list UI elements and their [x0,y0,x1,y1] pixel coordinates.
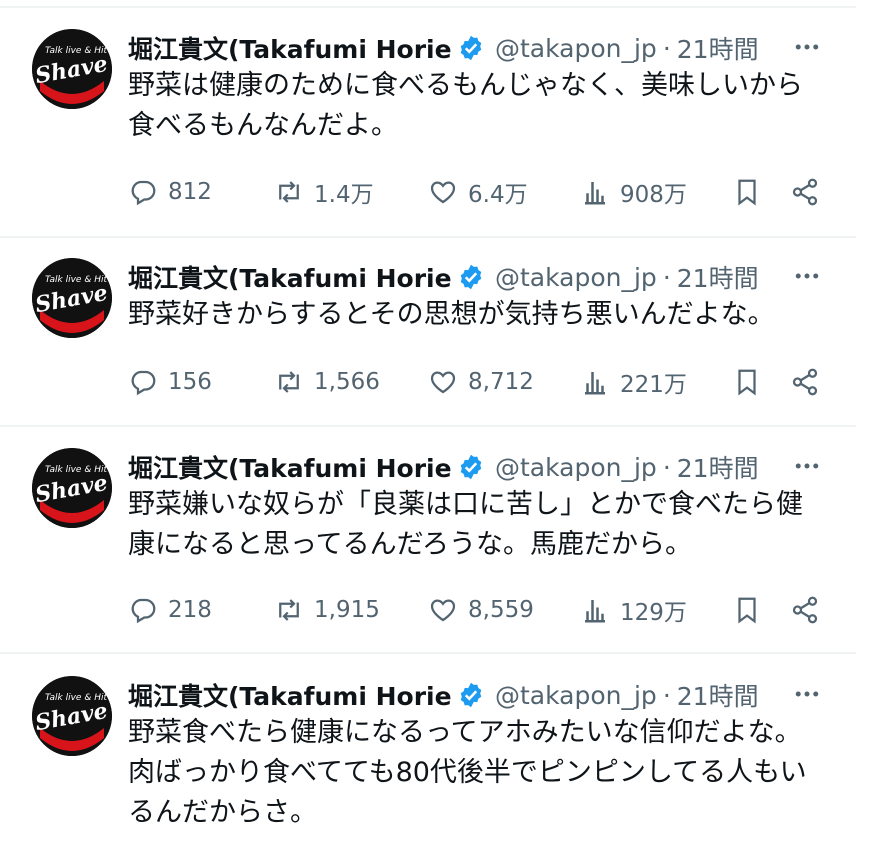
action-bar: 812 1.4万 6.4万 908万 [128,172,828,212]
like-icon [430,371,456,394]
more-icon[interactable] [792,451,822,481]
view-count: 908万 [620,182,687,208]
like-count: 8,559 [468,597,534,623]
tweet-header: 堀江貴文(Takafumi Horie) @takapon_jp · 21時間 [128,257,822,297]
bookmark-button[interactable] [732,590,762,630]
timestamp[interactable]: 21時間 [677,449,759,485]
reply-icon [131,598,156,624]
retweet-button[interactable]: 1.4万 [274,172,374,212]
reply-count: 812 [168,179,212,205]
like-button[interactable]: 8,712 [428,362,534,402]
bookmark-icon [738,369,756,396]
bookmark-icon [738,597,756,624]
view-count: 221万 [620,372,687,398]
reply-button[interactable]: 156 [128,362,212,402]
author-name[interactable]: 堀江貴文(Takafumi Horie) [128,30,453,66]
avatar[interactable]: Talk live & Hit Shave [32,29,112,109]
author-handle[interactable]: @takapon_jp [495,263,657,292]
timestamp[interactable]: 21時間 [677,677,759,713]
like-count: 8,712 [468,369,534,395]
author-name[interactable]: 堀江貴文(Takafumi Horie) [128,677,453,713]
more-icon[interactable] [792,32,822,62]
tweet-text: 野菜好きからするとその思想が気持ち悪いんだよな。 [128,299,775,330]
retweet-count: 1.4万 [314,182,374,208]
bookmark-icon [738,179,756,206]
author-handle[interactable]: @takapon_jp [495,681,657,710]
tweet-header: 堀江貴文(Takafumi Horie) @takapon_jp · 21時間 [128,28,822,68]
tweet[interactable]: Talk live & Hit Shave 堀江貴文(Takafumi Hori… [0,0,856,236]
tweet[interactable]: Talk live & Hit Shave 堀江貴文(Takafumi Hori… [0,229,856,425]
action-bar: 156 1,566 8,712 221万 [128,362,828,402]
share-icon [792,368,818,396]
tweet-text: 野菜嫌いな奴らが「良薬は口に苦し」とかで食べたら健康になると思ってるんだろうな。… [128,489,803,560]
reply-icon [131,180,156,206]
timestamp[interactable]: 21時間 [677,30,759,66]
separator-dot: · [662,33,671,63]
share-button[interactable] [790,590,820,630]
verified-badge-icon [460,682,482,708]
retweet-button[interactable]: 1,915 [274,590,380,630]
author-handle[interactable]: @takapon_jp [495,34,657,63]
reply-count: 156 [168,369,212,395]
retweet-button[interactable]: 1,566 [274,362,380,402]
views-icon [585,182,605,205]
separator-dot: · [662,680,671,710]
avatar[interactable]: Talk live & Hit Shave [32,448,112,528]
share-button[interactable] [790,172,820,212]
views-button[interactable]: 129万 [580,590,687,630]
author-handle[interactable]: @takapon_jp [495,453,657,482]
more-icon[interactable] [792,261,822,291]
retweet-icon [279,599,299,621]
tweet-text: 野菜食べたら健康になるってアホみたいな信仰だよな。肉ばっかり食べてても80代後半… [128,717,807,828]
timestamp[interactable]: 21時間 [677,259,759,295]
tweet-header: 堀江貴文(Takafumi Horie) @takapon_jp · 21時間 [128,447,822,487]
reply-button[interactable]: 218 [128,590,212,630]
more-icon[interactable] [792,679,822,709]
action-bar: 218 1,915 8,559 129万 [128,590,828,630]
like-icon [430,599,456,622]
like-button[interactable]: 8,559 [428,590,534,630]
separator-dot: · [662,452,671,482]
verified-badge-icon [460,454,482,480]
retweet-count: 1,566 [314,369,380,395]
share-icon [792,596,818,624]
like-button[interactable]: 6.4万 [428,172,528,212]
tweet[interactable]: Talk live & Hit Shave 堀江貴文(Takafumi Hori… [0,647,856,858]
retweet-icon [279,371,299,393]
author-name[interactable]: 堀江貴文(Takafumi Horie) [128,449,453,485]
author-name[interactable]: 堀江貴文(Takafumi Horie) [128,259,453,295]
verified-badge-icon [460,35,482,61]
views-icon [585,600,605,623]
bookmark-button[interactable] [732,172,762,212]
reply-count: 218 [168,597,212,623]
avatar[interactable]: Talk live & Hit Shave [32,676,112,756]
view-count: 129万 [620,600,687,626]
views-icon [585,372,605,395]
views-button[interactable]: 221万 [580,362,687,402]
separator-dot: · [662,262,671,292]
verified-badge-icon [460,264,482,290]
like-icon [430,181,456,204]
reply-icon [131,370,156,396]
views-button[interactable]: 908万 [580,172,687,212]
tweet-header: 堀江貴文(Takafumi Horie) @takapon_jp · 21時間 [128,675,822,715]
avatar[interactable]: Talk live & Hit Shave [32,258,112,338]
tweet-text: 野菜は健康のために食べるもんじゃなく、美味しいから食べるもんなんだよ。 [128,70,803,141]
bookmark-button[interactable] [732,362,762,402]
share-button[interactable] [790,362,820,402]
retweet-icon [279,181,299,203]
share-icon [792,178,818,206]
reply-button[interactable]: 812 [128,172,212,212]
like-count: 6.4万 [468,182,528,208]
tweet[interactable]: Talk live & Hit Shave 堀江貴文(Takafumi Hori… [0,419,856,655]
retweet-count: 1,915 [314,597,380,623]
